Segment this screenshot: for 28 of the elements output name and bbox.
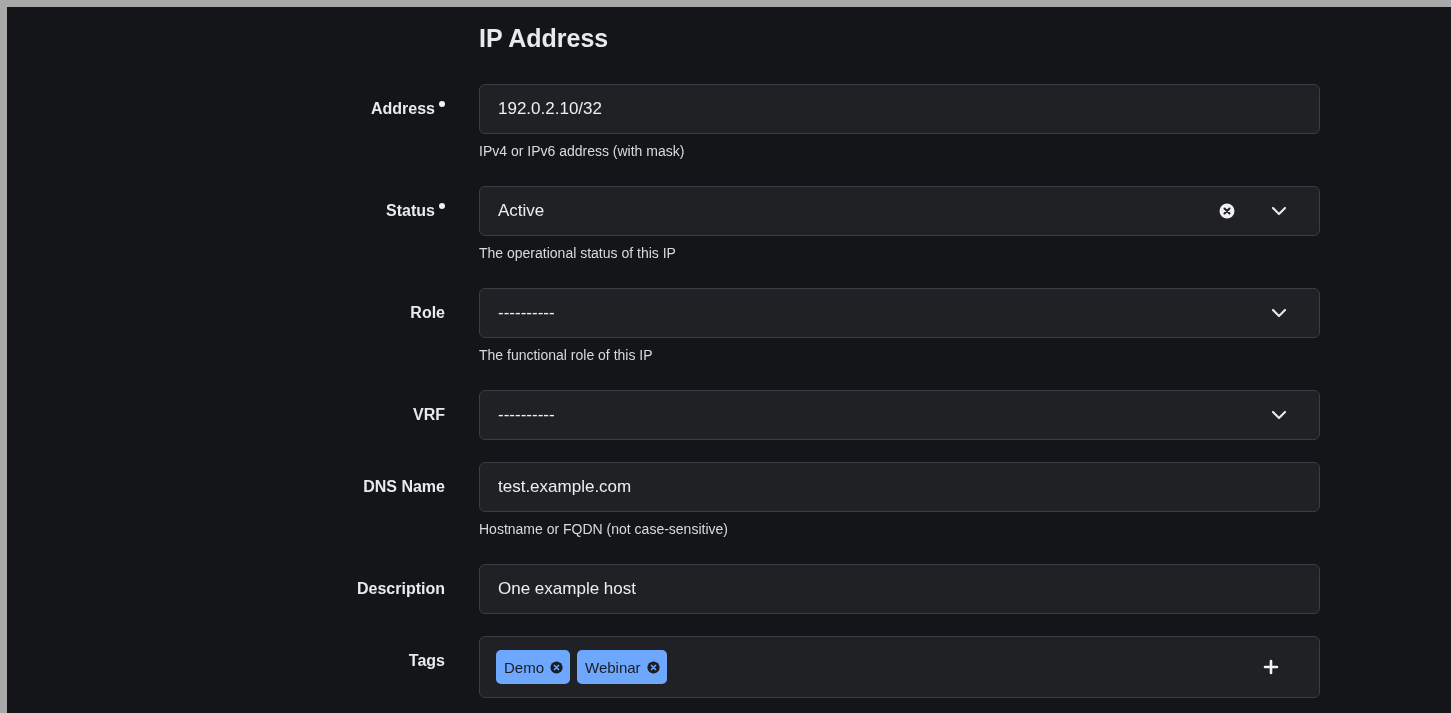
help-text: The operational status of this IP [479,244,677,263]
help-text: IPv4 or IPv6 address (with mask) [479,142,686,161]
field-label: Description [357,579,445,599]
select-field[interactable]: ---------- [479,390,1320,440]
field-label: Role [410,303,445,323]
field-label: Tags [408,651,445,671]
text-field[interactable]: One example host [479,564,1320,614]
tags-field[interactable]: Demo Webinar [479,636,1320,698]
clear-icon[interactable] [646,660,660,674]
field-label: Status [386,201,435,221]
field-label: DNS Name [363,477,445,497]
field-label: Address [370,99,435,119]
clear-icon[interactable] [550,660,563,674]
help-text: Hostname or FQDN (not case-sensitive) [479,520,729,539]
help-text: The functional role of this IP [479,346,654,365]
chevron-down-icon[interactable] [1271,308,1287,318]
text-field[interactable]: test.example.com [479,462,1320,512]
tag[interactable]: Webinar [577,650,667,684]
chevron-down-icon[interactable] [1271,206,1287,216]
add-icon[interactable] [1263,659,1279,675]
text-field[interactable]: 192.0.2.10/32 [479,84,1320,134]
chevron-down-icon[interactable] [1271,410,1287,420]
section-heading: IP Address [479,23,610,54]
select-field[interactable]: Active [479,186,1320,236]
tag[interactable]: Demo [496,650,570,684]
field-label: VRF [413,405,445,425]
select-field[interactable]: ---------- [479,288,1320,338]
clear-icon[interactable] [1219,203,1235,219]
